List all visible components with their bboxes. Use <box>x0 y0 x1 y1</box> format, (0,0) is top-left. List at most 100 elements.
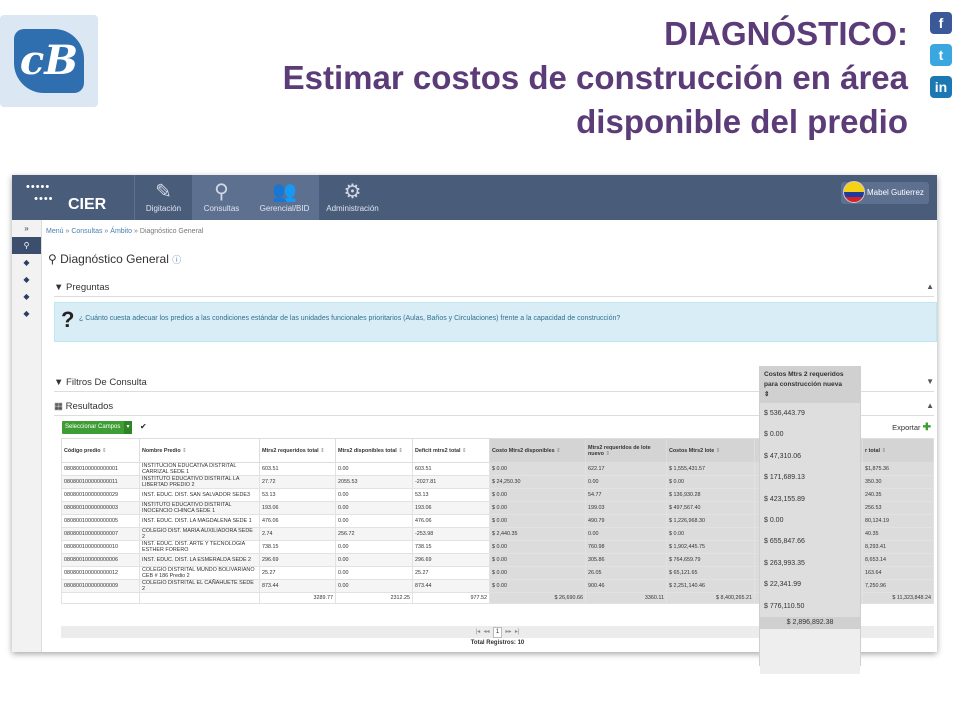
total-cell: $ 11,323,848.24 <box>862 591 934 604</box>
nav-gerencial[interactable]: 👥 Gerencial/BID <box>250 175 318 220</box>
sidebar-search-icon[interactable]: ⚲ <box>12 237 41 254</box>
slide-title: DIAGNÓSTICO: Estimar costos de construcc… <box>188 12 908 144</box>
col-codigo[interactable]: Código predio ⇕ <box>61 438 140 463</box>
overlay-value: $ 22,341.99 <box>764 581 801 589</box>
table-cell: 8,653.14 <box>862 552 934 567</box>
nav-digitacion-label: Digitación <box>145 204 182 213</box>
table-cell: INST. EDUC. DIST. SAN SALVADOR SEDE3 <box>139 488 260 502</box>
table-cell: 080800100000000005 <box>61 513 140 528</box>
table-cell: 603.51 <box>412 462 490 476</box>
nav-administracion[interactable]: ⚙ Administración <box>318 175 386 220</box>
breadcrumb-menu[interactable]: Menú <box>46 228 64 235</box>
table-cell: 0.00 <box>335 500 413 515</box>
col-disponibles[interactable]: Mtrs2 disponibles total ⇕ <box>335 438 413 463</box>
table-cell: 256.53 <box>862 500 934 515</box>
export-label: Exportar <box>892 423 921 432</box>
table-cell: 2055.53 <box>335 475 413 489</box>
col-nombre[interactable]: Nombre Predio ⇕ <box>139 438 260 463</box>
facebook-icon[interactable]: f <box>930 12 952 34</box>
table-cell: 240.35 <box>862 488 934 502</box>
nav-consultas[interactable]: ⚲ Consultas <box>192 175 250 220</box>
col-total[interactable]: r total ⇕ <box>862 438 934 463</box>
table-cell: 622.17 <box>585 462 667 476</box>
table-cell: 0.00 <box>335 513 413 528</box>
table-cell: 53.13 <box>259 488 336 502</box>
first-page-button[interactable]: |◂ <box>476 629 481 635</box>
nav-administracion-label: Administración <box>326 204 379 213</box>
slide-title-line2: Estimar costos de construcción en área <box>282 59 908 96</box>
info-icon[interactable]: ⓘ <box>172 255 181 265</box>
table-cell: 0.00 <box>335 578 413 593</box>
twitter-icon[interactable]: t <box>930 44 952 66</box>
export-button[interactable]: Exportar ✚ <box>892 422 931 433</box>
chevron-up-icon[interactable]: ▲ <box>926 282 934 291</box>
expand-sidebar-icon[interactable]: » <box>12 220 41 237</box>
table-cell: 193.06 <box>259 500 336 515</box>
table-cell: 199.03 <box>585 500 667 515</box>
table-cell: $ 24,250.30 <box>489 475 586 489</box>
table-cell: 738.15 <box>412 539 490 554</box>
table-cell: 193.06 <box>412 500 490 515</box>
slide-title-line3: disponible del predio <box>576 103 908 140</box>
breadcrumb-consultas[interactable]: Consultas <box>71 228 102 235</box>
panel-preguntas[interactable]: ▼ Preguntas ▲ <box>54 282 934 297</box>
sidebar-item-2-icon[interactable]: ◆ <box>12 271 41 288</box>
chevron-down-icon[interactable]: ▼ <box>926 377 934 386</box>
last-page-button[interactable]: ▸| <box>515 629 520 635</box>
table-cell: 080800100000000011 <box>61 475 140 489</box>
overlay-header[interactable]: Costos Mtrs 2 requeridos para construcci… <box>760 367 860 403</box>
col-costos-lote[interactable]: Costos Mtrs2 lote ⇕ <box>666 438 755 463</box>
nav-digitacion[interactable]: ✎ Digitación <box>134 175 192 220</box>
chevron-up-icon[interactable]: ▲ <box>926 401 934 410</box>
table-cell: $ 2,440.35 <box>489 526 586 541</box>
table-cell: 350.30 <box>862 475 934 489</box>
table-cell: 80,124.19 <box>862 513 934 528</box>
breadcrumb-sep: » <box>134 228 138 235</box>
next-page-button[interactable]: ▸▸ <box>506 629 512 635</box>
caret-down-icon[interactable]: ▾ <box>124 421 132 434</box>
table-cell: $ 0.00 <box>489 488 586 502</box>
sort-icon[interactable]: ⇕ <box>764 391 770 398</box>
table-cell: 0.00 <box>335 462 413 476</box>
question-mark-icon: ? <box>61 307 75 332</box>
total-cell: 2312.25 <box>335 591 413 604</box>
check-icon[interactable]: ✔ <box>140 422 147 431</box>
prev-page-button[interactable]: ◂◂ <box>483 629 489 635</box>
table-cell: INST. EDUC. DIST. LA MAGDALENA SEDE 1 <box>139 513 260 528</box>
col-lote-nuevo[interactable]: Mtrs2 requeridos de lote nuevo ⇕ <box>585 438 667 463</box>
table-cell: 873.44 <box>412 578 490 593</box>
search-icon: ⚲ <box>48 252 57 266</box>
social-links: f t in <box>930 12 954 108</box>
table-cell: $1,875.36 <box>862 462 934 476</box>
sidebar-item-4-icon[interactable]: ◆ <box>12 305 41 322</box>
table-cell: 0.00 <box>335 539 413 554</box>
table-cell: 080800100000000009 <box>61 578 140 593</box>
col-costo-disponibles[interactable]: Costo Mtrs2 disponibles ⇕ <box>489 438 586 463</box>
table-cell: $ 1,226,968.30 <box>666 513 755 528</box>
brand-logo[interactable]: ••••• •••• CIER <box>26 179 136 217</box>
table-cell: COLEGIO DISTRITAL MUNDO BOLIVARIANO CEB … <box>139 565 260 580</box>
sidebar-item-3-icon[interactable]: ◆ <box>12 288 41 305</box>
col-requeridos[interactable]: Mtrs2 requeridos total ⇕ <box>259 438 336 463</box>
select-fields-button[interactable]: Seleccionar Campos ▾ <box>62 421 132 434</box>
table-cell: $ 0.00 <box>489 513 586 528</box>
question-text: ¿ Cuánto cuesta adecuar los predios a la… <box>79 315 621 322</box>
linkedin-icon[interactable]: in <box>930 76 952 98</box>
highlighted-column-overlay: Costos Mtrs 2 requeridos para construcci… <box>759 366 861 674</box>
table-cell: $ 0.00 <box>489 552 586 567</box>
total-cell <box>139 591 260 604</box>
page-number[interactable]: 1 <box>492 627 503 638</box>
panel-resultados-title: Resultados <box>65 401 114 412</box>
users-icon: 👥 <box>272 181 297 203</box>
breadcrumb-ambito[interactable]: Ámbito <box>110 228 132 235</box>
table-cell: 25.27 <box>412 565 490 580</box>
sidebar-item-1-icon[interactable]: ◆ <box>12 254 41 271</box>
user-menu[interactable]: Mabel Gutierrez <box>841 181 929 204</box>
col-deficit[interactable]: Deficit mtrs2 total ⇕ <box>412 438 490 463</box>
table-cell: $ 0.00 <box>666 475 755 489</box>
table-cell: 080800100000000007 <box>61 526 140 541</box>
table-cell: $ 0.00 <box>489 578 586 593</box>
table-cell: 53.13 <box>412 488 490 502</box>
total-cell: $ 26,690.66 <box>489 591 586 604</box>
overlay-header-text: Costos Mtrs 2 requeridos para construcci… <box>764 371 844 388</box>
